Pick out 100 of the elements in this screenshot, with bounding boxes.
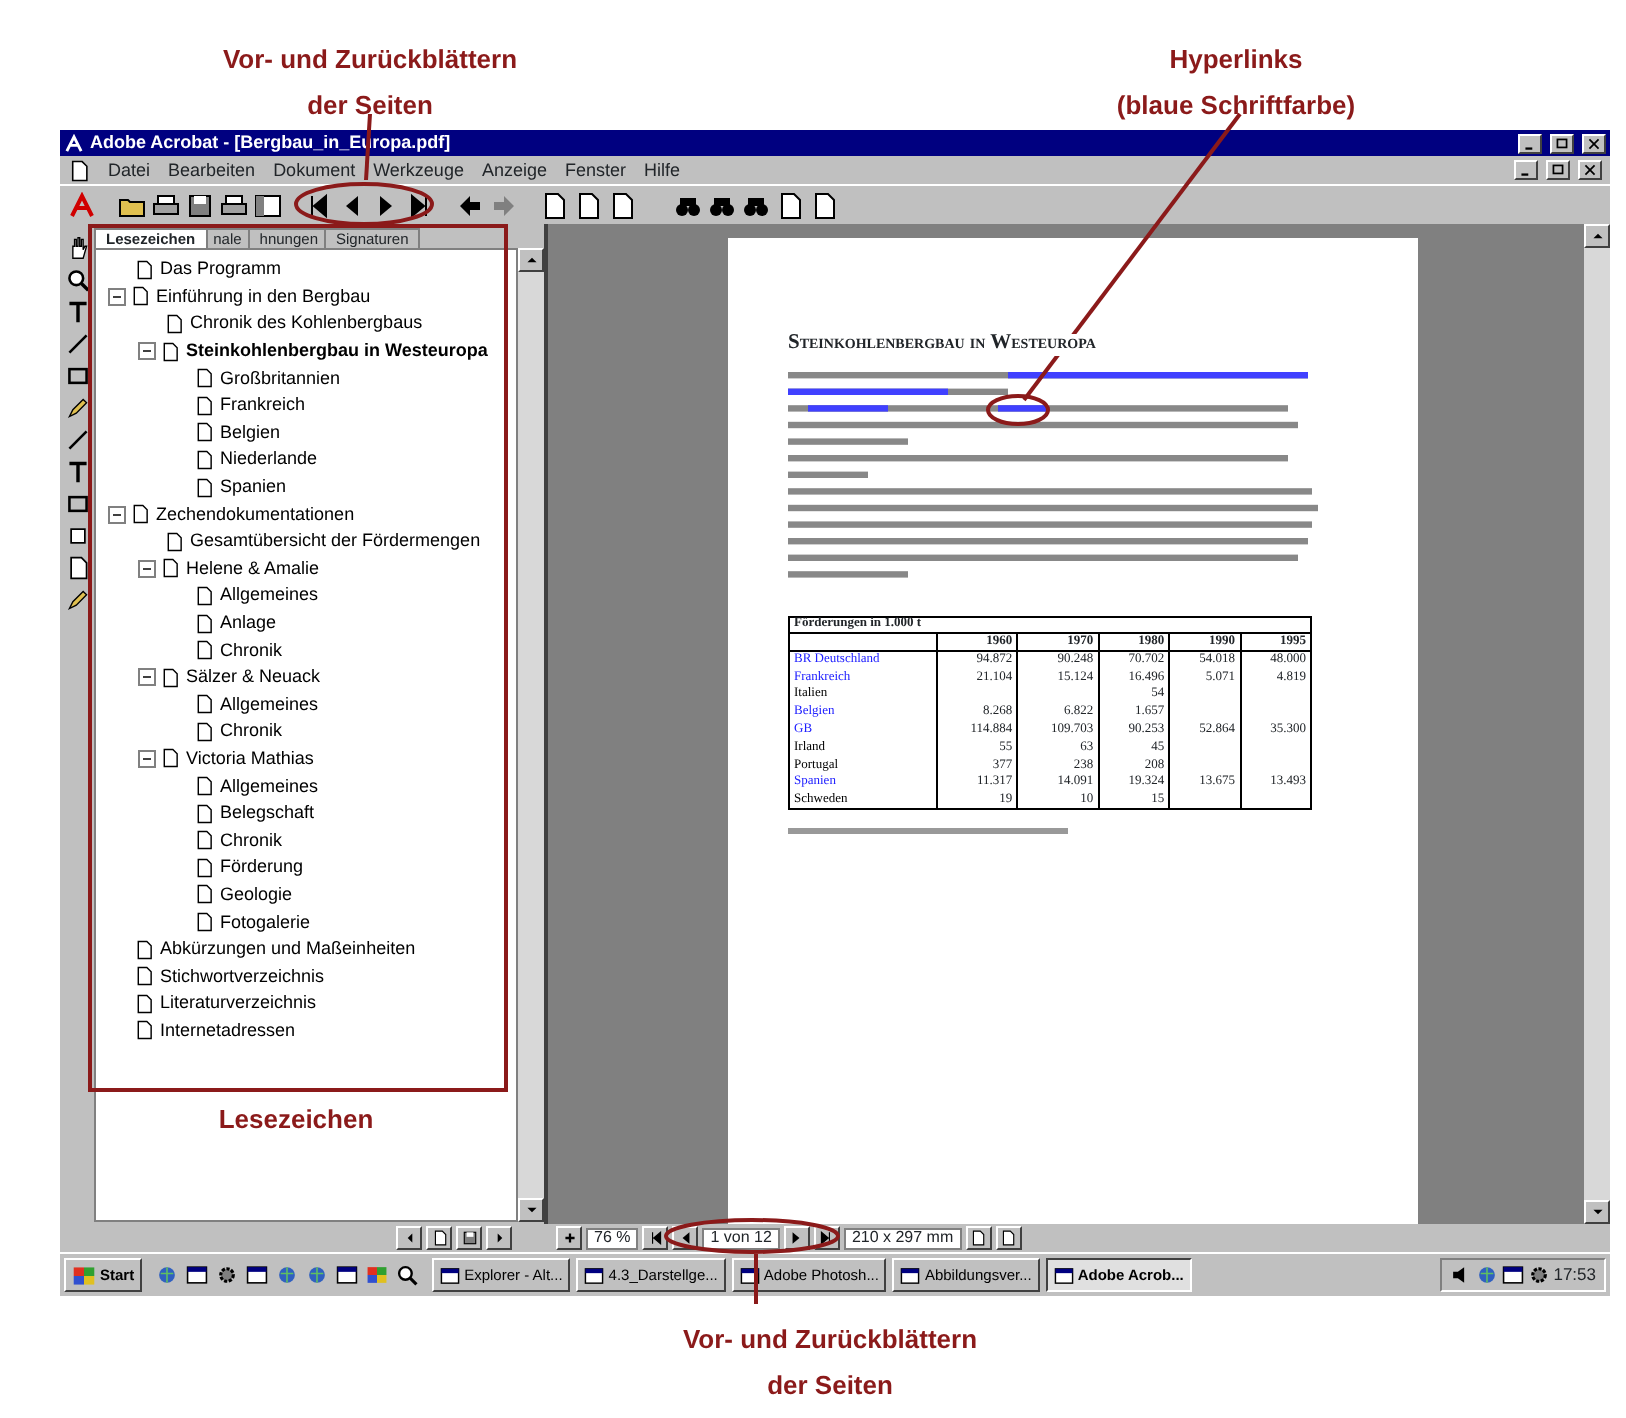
right-arrow-button[interactable] [486, 1225, 512, 1249]
zoom-icon[interactable] [65, 268, 89, 292]
bookmark-item[interactable]: Förderung [218, 858, 306, 877]
bookmark-item[interactable]: Abkürzungen und Maßeinheiten [158, 940, 418, 959]
bookmark-item[interactable]: Chronik [218, 641, 285, 660]
bookmark-item[interactable]: Sälzer & Neuack [184, 668, 323, 687]
scroll-up-button[interactable] [1584, 224, 1610, 248]
maximize-button[interactable] [1550, 133, 1574, 153]
scroll-down-button[interactable] [518, 1198, 544, 1222]
bookmark-item[interactable]: Niederlande [218, 450, 320, 469]
close-button[interactable] [1578, 160, 1602, 180]
bookmark-item[interactable]: Fotogalerie [218, 913, 313, 932]
bookmark-item[interactable]: Allgemeines [218, 777, 321, 796]
scroll-down-button[interactable] [1584, 1200, 1610, 1224]
minimize-button[interactable] [1518, 133, 1542, 153]
page-icon[interactable] [776, 191, 804, 219]
menu-item[interactable]: Hilfe [644, 161, 681, 179]
rect-icon[interactable] [65, 364, 89, 388]
minimize-button[interactable] [1514, 160, 1538, 180]
page-icon[interactable] [540, 191, 568, 219]
scrollbar[interactable] [518, 248, 544, 1222]
left-arrow-button[interactable] [396, 1225, 422, 1249]
bookmark-item[interactable]: Geologie [218, 885, 295, 904]
expand-toggle[interactable] [108, 287, 126, 306]
bookmark-item[interactable]: Spanien [218, 478, 289, 497]
window-icon[interactable] [246, 1264, 269, 1286]
expand-toggle[interactable] [138, 749, 156, 768]
bookmark-item[interactable]: Steinkohlenbergbau in Westeuropa [184, 342, 490, 361]
page-icon[interactable] [608, 191, 636, 219]
zoom-icon[interactable] [396, 1264, 419, 1286]
bookmark-item[interactable]: Gesamtübersicht der Fördermengen [188, 532, 483, 551]
callout-text: Hyperlinks [1167, 42, 1305, 78]
bookmark-item[interactable]: Internetadressen [158, 1021, 298, 1040]
menu-item[interactable]: Dokument [273, 161, 356, 179]
bookmark-item[interactable]: Chronik [218, 722, 285, 741]
bookmark-item[interactable]: Literaturverzeichnis [158, 994, 319, 1013]
menu-item[interactable]: Anzeige [481, 161, 547, 179]
next-page-button[interactable] [783, 1226, 810, 1250]
bookmark-item[interactable]: Einführung in den Bergbau [154, 287, 373, 306]
globe-icon[interactable] [306, 1264, 329, 1286]
page-button[interactable] [426, 1225, 452, 1249]
pencil-icon[interactable] [65, 396, 89, 420]
panel-icon[interactable] [254, 191, 282, 219]
menu-item[interactable]: Datei [108, 161, 151, 179]
bookmark-item[interactable]: Allgemeines [218, 586, 321, 605]
rect-icon[interactable] [65, 492, 89, 516]
bookmark-item[interactable]: Belegschaft [218, 804, 317, 823]
restore-button[interactable] [1546, 160, 1570, 180]
flag-icon[interactable] [366, 1264, 389, 1286]
menu-item[interactable]: Bearbeiten [168, 161, 256, 179]
menu-item[interactable]: Fenster [564, 161, 626, 179]
globe-icon[interactable] [276, 1264, 299, 1286]
plus-button[interactable] [556, 1226, 582, 1250]
bookmark-item[interactable]: Victoria Mathias [184, 749, 316, 768]
printer-icon[interactable] [220, 191, 248, 219]
back-icon[interactable] [456, 191, 484, 219]
text-select-icon[interactable] [65, 460, 89, 484]
flag-icon [72, 1263, 96, 1287]
globe-icon[interactable] [156, 1264, 179, 1286]
printer-icon[interactable] [152, 191, 180, 219]
bookmark-item[interactable]: Allgemeines [218, 695, 321, 714]
expand-toggle[interactable] [138, 668, 156, 687]
bookmark-item[interactable]: Zechendokumentationen [154, 505, 357, 524]
logo-icon[interactable] [68, 191, 96, 219]
gear-icon[interactable] [216, 1264, 239, 1286]
bookmark-item[interactable]: Chronik [218, 831, 285, 850]
line-icon[interactable] [65, 428, 89, 452]
bookmark-item[interactable]: Belgien [218, 423, 283, 442]
bookmark-item[interactable]: Helene & Amalie [184, 559, 322, 578]
expand-toggle[interactable] [138, 559, 156, 578]
zoom-field[interactable]: 76 % [586, 1227, 639, 1249]
page-number-field[interactable]: 1 von 12 [702, 1227, 780, 1249]
bookmark-item[interactable]: Frankreich [218, 396, 308, 415]
text-select-icon[interactable] [65, 300, 89, 324]
expand-toggle[interactable] [138, 342, 156, 361]
pencil-icon[interactable] [65, 588, 89, 612]
callout-text: Vor- und Zurückblättern [682, 1322, 978, 1358]
disk-button[interactable] [456, 1225, 482, 1249]
menu-item[interactable]: Werkzeuge [373, 161, 464, 179]
gear-icon[interactable] [1527, 1264, 1550, 1286]
bookmark-item[interactable]: Das Programm [158, 260, 284, 279]
window-icon[interactable] [1501, 1264, 1524, 1286]
page-icon[interactable] [810, 191, 838, 219]
scroll-up-button[interactable] [518, 248, 544, 272]
window-icon[interactable] [336, 1264, 359, 1286]
page-icon[interactable] [574, 191, 602, 219]
bookmark-item[interactable]: Chronik des Kohlenbergbaus [188, 314, 425, 333]
page-button[interactable] [965, 1226, 992, 1250]
bookmark-item[interactable]: Stichwortverzeichnis [158, 967, 327, 986]
bookmark-item[interactable]: Anlage [218, 614, 279, 633]
first-page-button[interactable] [642, 1226, 669, 1250]
line-icon[interactable] [65, 332, 89, 356]
close-button[interactable] [1582, 133, 1606, 153]
scrollbar[interactable] [1584, 224, 1610, 1224]
expand-toggle[interactable] [108, 505, 126, 524]
bookmark-item[interactable]: Großbritannien [218, 369, 343, 388]
square-icon[interactable] [65, 524, 89, 548]
page-icon[interactable] [65, 556, 89, 580]
page-button[interactable] [995, 1226, 1022, 1250]
window-icon[interactable] [186, 1264, 209, 1286]
